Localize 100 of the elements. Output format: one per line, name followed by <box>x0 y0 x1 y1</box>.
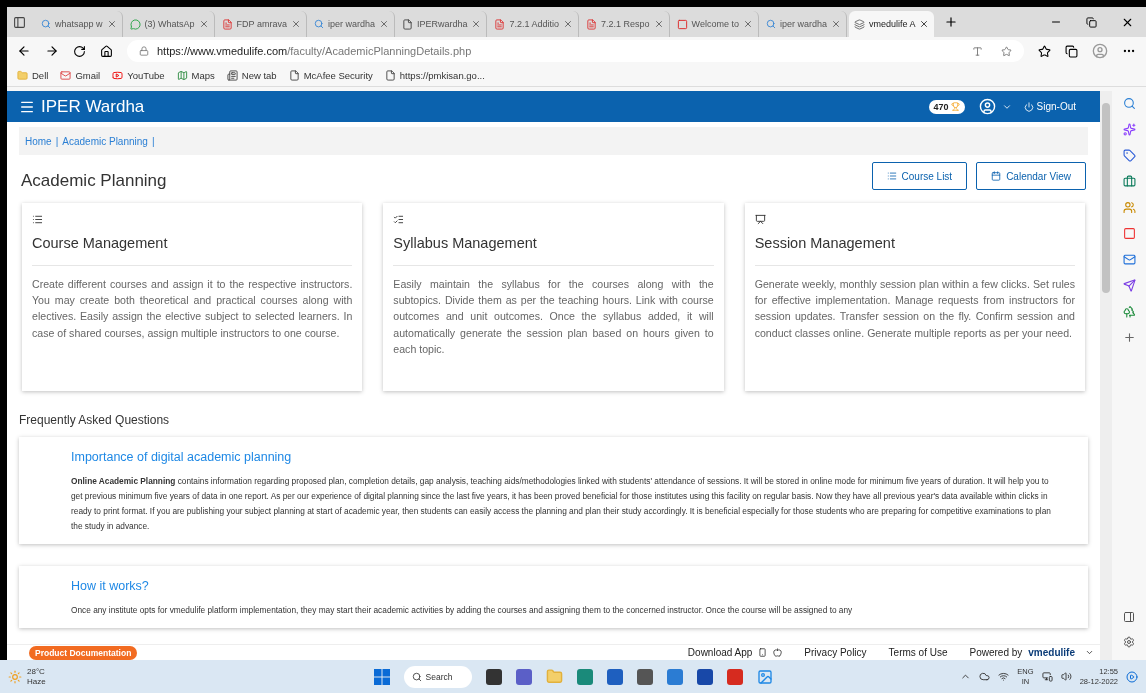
calendar-icon <box>991 171 1002 181</box>
app-icon[interactable] <box>636 668 653 685</box>
trophy-icon <box>950 102 960 111</box>
search-icon[interactable] <box>1122 97 1136 110</box>
page-icon <box>384 70 396 81</box>
map-icon <box>176 70 188 81</box>
address-bar[interactable]: https://www.vmedulife.com/faculty/AcademicPlanningDetails.php <box>127 40 1024 62</box>
newspaper-icon <box>226 70 238 81</box>
pdf-icon <box>586 18 597 30</box>
faq-question[interactable]: How it works? <box>71 579 1052 603</box>
tag-icon[interactable] <box>1122 149 1136 162</box>
footer-link[interactable]: Privacy Policy <box>804 647 867 658</box>
new-tab-icon[interactable] <box>944 15 959 29</box>
lock-icon <box>139 46 149 56</box>
bookmark[interactable]: New tab <box>226 70 277 81</box>
speaker-icon[interactable] <box>1060 671 1072 682</box>
app-icon[interactable] <box>696 668 713 685</box>
phone-icon <box>758 648 768 657</box>
page-icon <box>288 70 300 81</box>
course-list-button[interactable]: Course List <box>871 162 968 190</box>
taskbar-search[interactable]: Search <box>403 665 472 688</box>
reload-icon[interactable] <box>73 44 86 58</box>
card-title: Session Management <box>754 229 1075 266</box>
faq-heading: Frequently Asked Questions <box>19 412 171 429</box>
send-icon[interactable] <box>1122 279 1136 292</box>
faq-answer: Online Academic Planning contains information regarding proposed plan, completion details, gap analysis, teaching aids/methodologies linked with students' attendance of sessions. It will be stored in online mode for minimum five years of duration. It will help you to get previous minimum five years of data in one report. As per our experience of digital planning since the last five years, it has been proved beneficial for those institutes using this facility on regular basis. Now they have all previous year's data available within clicks in ready to print format. If you are publishing your subject planning at start of academic year, then students can easily access the planning and plan their study accordingly. It is beneficial especially for those students who are preparing for competitive examinations to plan the study in advance. <box>71 475 1052 533</box>
card-text: Easily maintain the syllabus for the courses along with the subtopics. Divide them as per the teaching hours. Link with course outcomes and unit outcomes. Once the syllabus added, it will automatically generate the session plan based on hours given to each topic. <box>393 277 714 357</box>
power-icon <box>1023 101 1034 112</box>
breadcrumb-link[interactable]: Academic Planning <box>62 135 148 147</box>
board-icon <box>754 214 766 225</box>
bookmark[interactable]: Dell <box>17 70 49 81</box>
app-icon[interactable] <box>485 668 502 685</box>
people-icon[interactable] <box>1122 201 1136 214</box>
bookmark[interactable]: Maps <box>176 70 215 81</box>
powered-by-text: Powered by vmedulife <box>969 647 1075 658</box>
search-icon <box>41 19 51 29</box>
breadcrumb-link[interactable]: Home <box>25 135 52 147</box>
briefcase-icon[interactable] <box>1122 175 1136 188</box>
breadcrumb-separator: | <box>151 135 155 147</box>
list-icon <box>32 214 43 225</box>
weather-text: Haze <box>27 676 46 687</box>
bookmark[interactable]: https://pmkisan.go... <box>384 70 485 81</box>
page-icon <box>401 18 413 30</box>
picture-icon[interactable] <box>756 668 773 685</box>
browser-tab[interactable]: vmedulife A <box>848 11 935 37</box>
app-icon[interactable] <box>606 668 623 685</box>
card-title: Syllabus Management <box>393 229 714 266</box>
tab-actions-icon[interactable] <box>13 15 26 29</box>
search-icon <box>411 671 422 682</box>
url-text: https://www.vmedulife.com/faculty/AcademicPlanningDetails.php <box>157 45 472 57</box>
points-badge: 470 <box>928 99 965 114</box>
back-icon[interactable] <box>17 44 31 58</box>
faq-question[interactable]: Importance of digital academic planning <box>71 450 1052 474</box>
video-icon <box>112 70 124 81</box>
tree-icon[interactable] <box>1122 305 1136 318</box>
favorites-icon[interactable] <box>1038 44 1051 58</box>
list-icon <box>886 171 897 181</box>
forward-icon[interactable] <box>45 44 59 58</box>
star-icon[interactable] <box>1001 45 1012 57</box>
folder-icon <box>17 70 28 81</box>
card-title: Course Management <box>32 229 353 266</box>
card-text: Create different courses and assign it to the respective instructors. You may create both theoretical and practical courses along with electives. Easily assign the elective subject to selected learners. In case of shared courses, assign multiple instructors to one course. <box>32 277 353 341</box>
download-app-link[interactable]: Download App <box>687 647 753 658</box>
calendar-view-button[interactable]: Calendar View <box>976 162 1086 190</box>
bookmark[interactable]: Gmail <box>60 70 101 81</box>
breadcrumb-separator: | <box>55 135 59 147</box>
close-icon[interactable] <box>919 19 930 29</box>
search-icon <box>313 19 324 29</box>
bookmark[interactable]: McAfee Security <box>288 70 373 81</box>
mail-icon[interactable] <box>1122 253 1136 266</box>
faq-answer: Once any institute opts for vmedulife platform implementation, they may start their academic activities by adding the courses and assigning them to the concerned instructor. Once the course will be assigned to any <box>71 604 854 617</box>
temperature-text: 28°C <box>27 666 45 677</box>
card-text: Generate weekly, monthly session plan within a few clicks. Set rules for effective implementation. Manage requests from instructors for session updates. Transfer session on the fly. Confirm session and conduct classes online. Generate multiple reports as per your need. <box>754 277 1075 341</box>
search-icon <box>765 19 776 29</box>
apple-icon <box>773 648 783 657</box>
user-icon[interactable] <box>978 98 996 115</box>
caret-icon[interactable] <box>1085 648 1094 657</box>
windows-logo-icon[interactable] <box>373 668 390 685</box>
page-title: Academic Planning <box>21 170 168 191</box>
add-icon[interactable] <box>1122 331 1136 344</box>
pdf-icon <box>221 18 233 30</box>
restore-icon[interactable] <box>1086 16 1097 28</box>
profile-icon[interactable] <box>1092 43 1108 59</box>
footer-link[interactable]: Terms of Use <box>888 647 948 658</box>
bookmark[interactable]: YouTube <box>112 70 165 81</box>
sign-out-link[interactable]: Sign-Out <box>1023 101 1076 112</box>
pdf-icon <box>494 18 506 30</box>
sparkle-icon[interactable] <box>1122 123 1136 136</box>
site-title: IPER Wardha <box>41 96 146 117</box>
chat-icon <box>129 18 141 30</box>
cloud-icon[interactable] <box>979 671 991 682</box>
home-icon[interactable] <box>100 44 113 58</box>
mail-icon <box>60 70 72 81</box>
app-icon[interactable] <box>515 668 532 685</box>
settings-icon[interactable] <box>1123 636 1135 648</box>
display-icon[interactable] <box>1041 671 1053 682</box>
panel-icon[interactable] <box>1123 611 1135 623</box>
wifi-icon[interactable] <box>998 671 1010 682</box>
read-aloud-icon[interactable] <box>972 45 983 57</box>
collections-icon[interactable] <box>1065 44 1078 58</box>
